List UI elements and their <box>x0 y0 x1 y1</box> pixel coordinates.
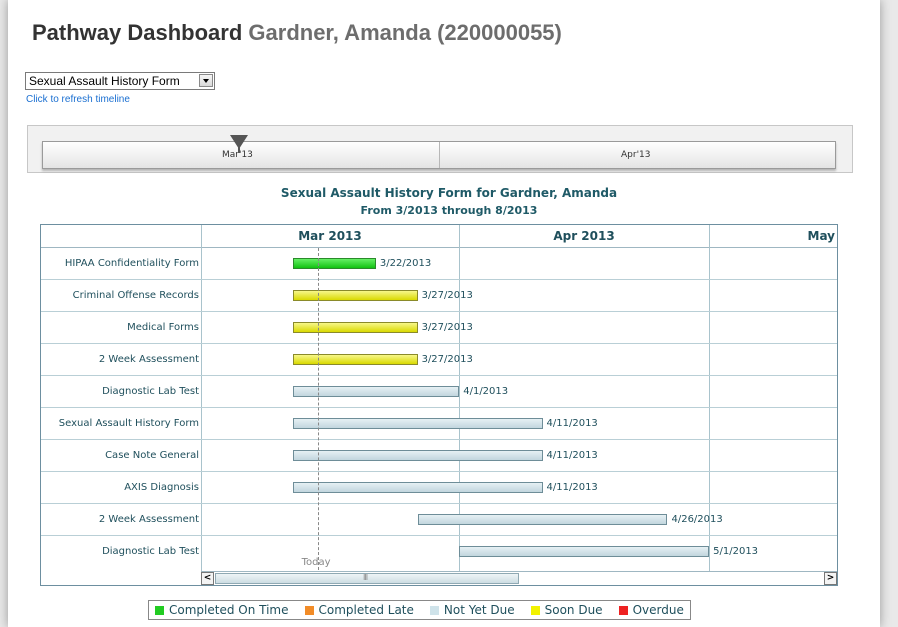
row-divider <box>41 279 837 280</box>
legend-item-overdue: Overdue <box>618 603 684 617</box>
timeline-divider <box>439 142 440 168</box>
refresh-timeline-link[interactable]: Click to refresh timeline <box>26 94 130 105</box>
legend-swatch <box>618 605 628 615</box>
form-select-dropdown[interactable]: Sexual Assault History Form <box>25 72 215 90</box>
today-line <box>317 248 319 570</box>
page-title: Pathway Dashboard Gardner, Amanda (22000… <box>32 20 562 46</box>
today-label: Today <box>301 557 331 568</box>
task-label: Sexual Assault History Form <box>58 418 199 429</box>
task-bar[interactable] <box>417 514 668 525</box>
task-bar[interactable] <box>292 482 543 493</box>
task-label: Diagnostic Lab Test <box>102 386 199 397</box>
legend-swatch <box>429 605 439 615</box>
task-due-label: 4/26/2013 <box>671 514 723 525</box>
patient-name: Gardner, Amanda (220000055) <box>248 20 562 45</box>
task-bar[interactable] <box>292 290 418 301</box>
task-bar[interactable] <box>292 450 543 461</box>
timeline-navigator[interactable]: Mar'13 Apr'13 <box>27 125 853 173</box>
task-label: 2 Week Assessment <box>98 514 199 525</box>
task-due-label: 3/27/2013 <box>421 290 473 301</box>
legend-item-not-yet-due: Not Yet Due <box>429 603 515 617</box>
task-bar[interactable] <box>292 258 376 269</box>
legend-swatch <box>155 605 164 615</box>
scroll-grip-icon: III <box>363 573 368 582</box>
row-divider <box>41 471 837 472</box>
chevron-down-icon[interactable] <box>199 74 213 87</box>
gantt-scrollbar[interactable]: < III > <box>201 571 837 585</box>
task-due-label: 3/27/2013 <box>421 322 473 333</box>
legend-label: Soon Due <box>544 603 603 617</box>
task-due-label: 4/1/2013 <box>463 386 509 397</box>
legend-label: Not Yet Due <box>443 603 515 617</box>
dashboard-title: Pathway Dashboard <box>32 20 243 45</box>
row-divider <box>41 343 837 344</box>
month-header-may: May <box>807 229 836 243</box>
legend-swatch <box>304 605 314 615</box>
task-due-label: 3/22/2013 <box>379 258 432 269</box>
task-label: Diagnostic Lab Test <box>102 546 199 557</box>
legend-item-completed-on-time: Completed On Time <box>155 603 289 617</box>
chart-legend: Completed On Time Completed Late Not Yet… <box>148 600 691 620</box>
task-due-label: 5/1/2013 <box>713 546 759 557</box>
gantt-chart: Mar 2013 Apr 2013 May HIPAA Confidential… <box>40 224 838 586</box>
task-label: Criminal Offense Records <box>72 290 199 301</box>
scroll-thumb[interactable]: III <box>215 573 519 584</box>
timeline-label-apr: Apr'13 <box>621 150 651 160</box>
row-divider <box>41 375 837 376</box>
scroll-left-button[interactable]: < <box>201 572 214 585</box>
task-bar[interactable] <box>459 546 710 557</box>
task-due-label: 3/27/2013 <box>421 354 473 365</box>
task-label: HIPAA Confidentiality Form <box>64 258 199 269</box>
task-due-label: 4/11/2013 <box>546 418 598 429</box>
legend-label: Completed On Time <box>169 603 289 617</box>
form-select-value: Sexual Assault History Form <box>29 74 180 88</box>
month-header-apr: Apr 2013 <box>553 229 615 243</box>
task-label: 2 Week Assessment <box>98 354 199 365</box>
legend-label: Completed Late <box>318 603 414 617</box>
scroll-right-button[interactable]: > <box>824 572 837 585</box>
legend-swatch <box>530 605 540 615</box>
task-bar[interactable] <box>292 322 418 333</box>
task-label: Medical Forms <box>127 322 199 333</box>
gantt-header: Mar 2013 Apr 2013 May <box>41 225 837 248</box>
task-label: Case Note General <box>105 450 199 461</box>
task-label: AXIS Diagnosis <box>124 482 199 493</box>
legend-item-completed-late: Completed Late <box>304 603 414 617</box>
task-bar[interactable] <box>292 418 543 429</box>
task-bar[interactable] <box>292 354 418 365</box>
chart-subtitle: From 3/2013 through 8/2013 <box>360 204 538 217</box>
timeline-track[interactable]: Mar'13 Apr'13 <box>42 141 836 169</box>
legend-label: Overdue <box>632 603 684 617</box>
month-header-mar: Mar 2013 <box>298 229 362 243</box>
row-divider <box>41 311 837 312</box>
legend-item-soon-due: Soon Due <box>530 603 603 617</box>
row-divider <box>41 439 837 440</box>
timeline-marker-stem <box>238 145 240 153</box>
chart-title: Sexual Assault History Form for Gardner,… <box>280 186 618 200</box>
row-divider <box>41 535 837 536</box>
task-due-label: 4/11/2013 <box>546 450 598 461</box>
row-divider <box>41 503 837 504</box>
row-divider <box>41 407 837 408</box>
task-due-label: 4/11/2013 <box>546 482 598 493</box>
